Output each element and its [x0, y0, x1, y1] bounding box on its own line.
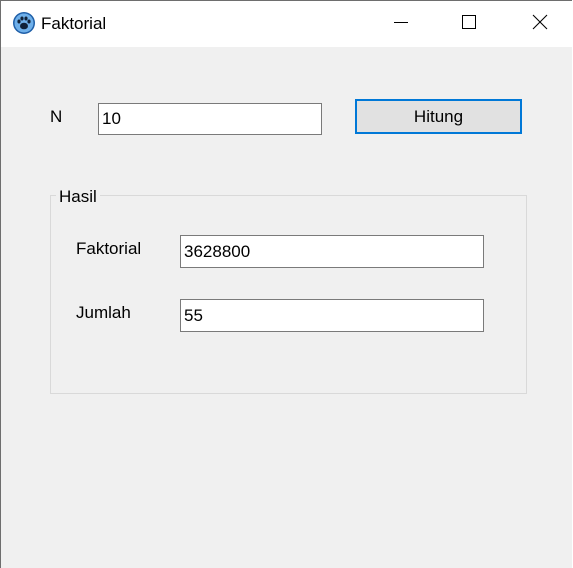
faktorial-output[interactable] — [180, 235, 484, 268]
close-icon — [532, 14, 548, 35]
hasil-group-title: Hasil — [56, 187, 100, 207]
hasil-groupbox — [50, 195, 527, 394]
form-client-area: N Hitung Hasil Faktorial Jumlah — [1, 47, 572, 568]
jumlah-output[interactable] — [180, 299, 484, 332]
title-bar[interactable]: Faktorial — [1, 1, 572, 47]
app-window: Faktorial N Hitung Hasil Faktorial Jumla… — [0, 0, 572, 568]
hitung-button[interactable]: Hitung — [355, 99, 522, 134]
window-title: Faktorial — [41, 14, 107, 33]
paw-icon[interactable] — [12, 11, 36, 35]
minimize-button[interactable] — [378, 1, 424, 47]
n-input[interactable] — [98, 103, 322, 135]
minimize-icon — [393, 14, 409, 35]
faktorial-label: Faktorial — [76, 239, 142, 258]
n-label: N — [50, 107, 63, 126]
maximize-button[interactable] — [446, 1, 492, 47]
close-button[interactable] — [517, 1, 563, 47]
maximize-icon — [461, 14, 477, 35]
jumlah-label: Jumlah — [76, 303, 131, 322]
